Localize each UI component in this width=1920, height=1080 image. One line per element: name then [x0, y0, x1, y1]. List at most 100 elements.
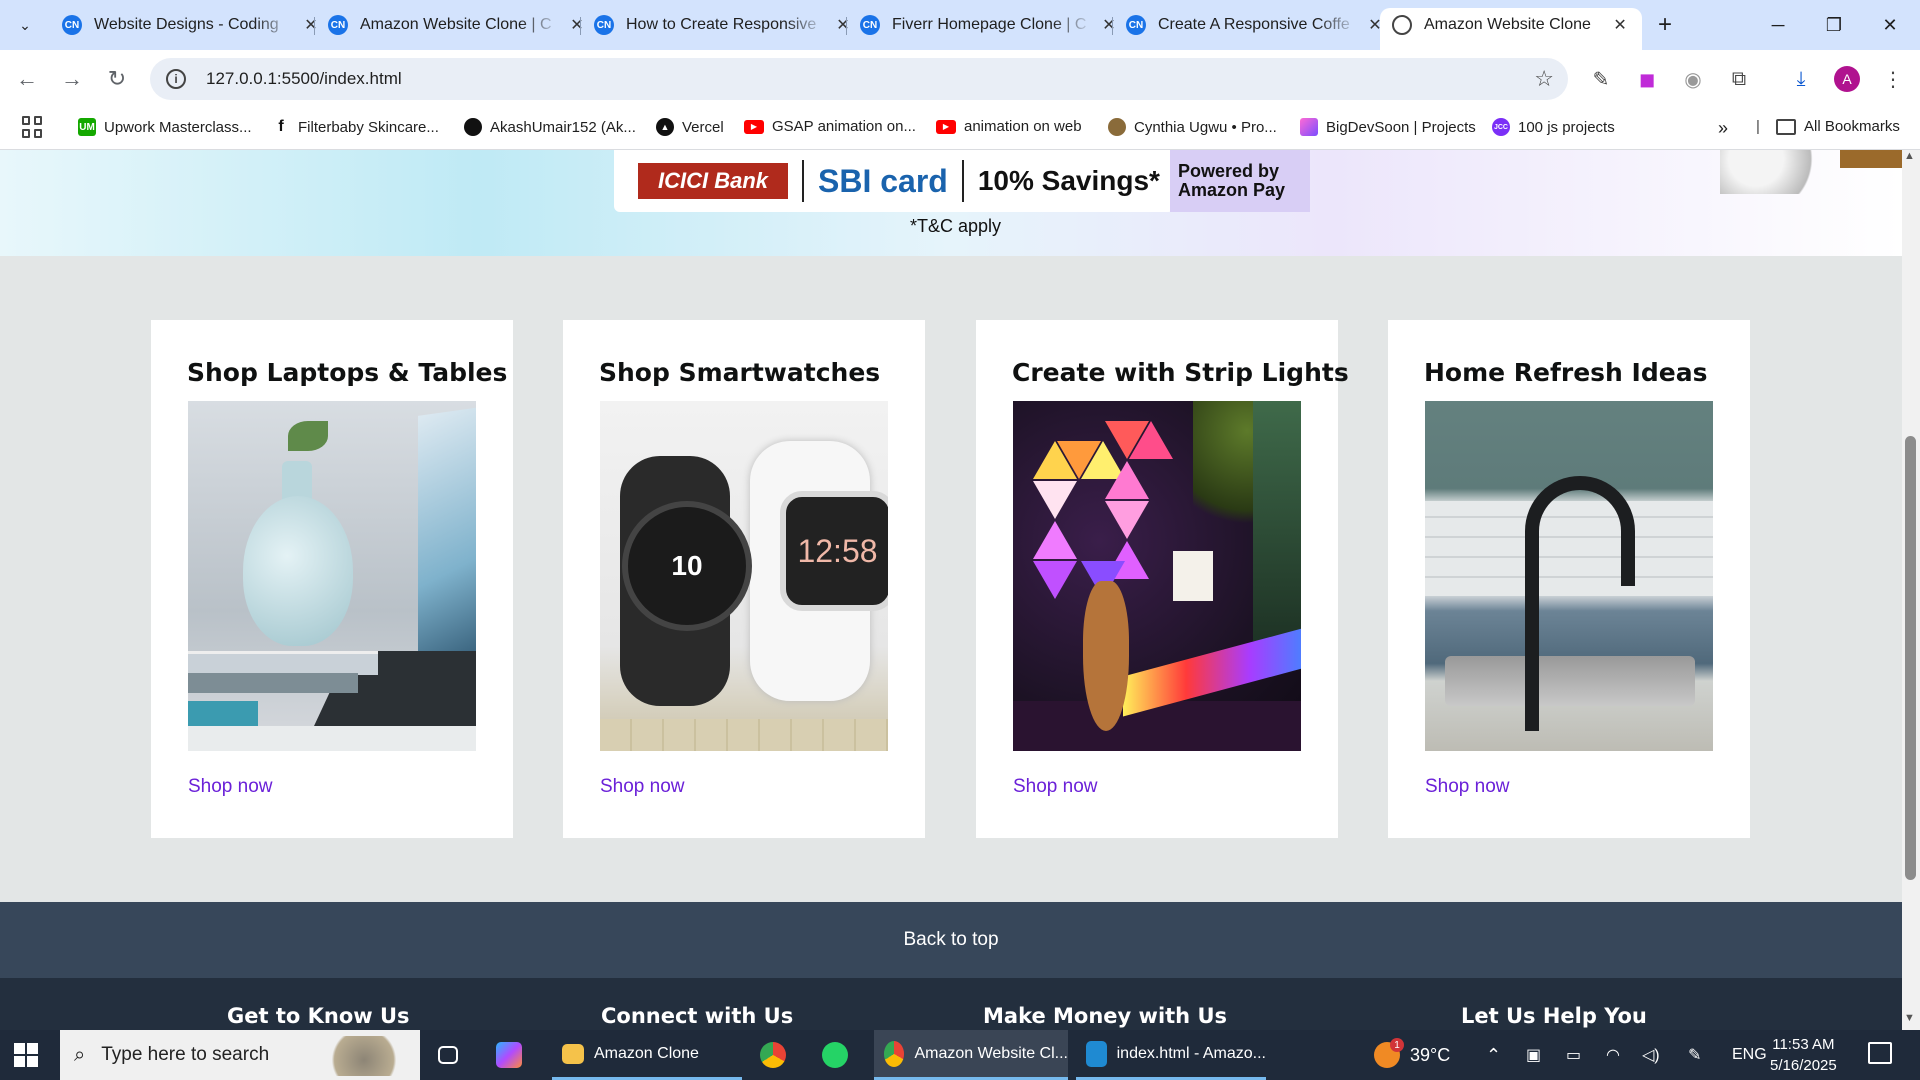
menu-kebab-icon[interactable]: ⋮	[1878, 64, 1908, 94]
windows-taskbar: ⌕ Type here to search Amazon Clone Amazo…	[0, 1030, 1920, 1080]
savings-text: 10% Savings*	[977, 165, 1160, 196]
site-info-icon[interactable]: i	[166, 69, 186, 89]
tab-amazon-clone-tutorial[interactable]: CN Amazon Website Clone | C ✕	[316, 8, 600, 42]
shop-now-link[interactable]: Shop now	[188, 776, 273, 798]
hero-banner[interactable]: ICICI Bank SBI card 10% Savings* Powered…	[0, 150, 1902, 256]
bookmark-gsap[interactable]: ▶ GSAP animation on...	[744, 118, 916, 135]
chrome-icon	[884, 1040, 905, 1067]
notification-center-icon[interactable]	[1868, 1042, 1892, 1064]
whatsapp-icon[interactable]	[822, 1030, 858, 1080]
weather-sun-icon: 1	[1374, 1038, 1404, 1068]
profile-avatar[interactable]: A	[1834, 66, 1860, 92]
back-button[interactable]: ←	[10, 62, 44, 96]
amazon-pay-badge: Powered by Amazon Pay	[1170, 150, 1310, 212]
minimize-button[interactable]: ─	[1750, 0, 1806, 50]
weather-badge: 1	[1390, 1038, 1404, 1052]
scroll-down-arrow-icon[interactable]: ▼	[1904, 1012, 1915, 1024]
sbi-card-logo: SBI card	[818, 162, 948, 199]
chrome-icon[interactable]	[760, 1030, 796, 1080]
powered-by-text: Powered by	[1178, 161, 1280, 182]
close-icon[interactable]: ✕	[1610, 14, 1630, 36]
tray-overflow-icon[interactable]: ⌃	[1486, 1030, 1501, 1080]
tab-separator	[314, 17, 315, 35]
white-watch-face: 12:58	[780, 491, 888, 611]
bookmark-100js[interactable]: JCC 100 js projects	[1492, 118, 1615, 136]
extension-purple-icon[interactable]: ◼	[1632, 64, 1662, 94]
volume-icon[interactable]: ◁)	[1642, 1030, 1660, 1080]
bookmark-animation[interactable]: ▶ animation on web	[936, 118, 1082, 135]
bookmark-star-icon[interactable]: ☆	[1534, 66, 1554, 92]
download-icon[interactable]: ⤓	[1786, 64, 1816, 94]
codinghub-favicon-icon: CN	[62, 15, 82, 35]
extensions-puzzle-icon[interactable]: ⧉	[1724, 64, 1754, 94]
black-watch-face: 10	[622, 501, 752, 631]
strip-lights-image[interactable]	[1013, 401, 1301, 751]
forward-button[interactable]: →	[55, 62, 89, 96]
laptop-image[interactable]	[188, 401, 476, 751]
kitchen-faucet-image[interactable]	[1425, 401, 1713, 751]
reload-button[interactable]: ↻	[100, 62, 134, 96]
tab-label: Amazon Website Clone | C	[360, 16, 552, 33]
bookmark-label: Filterbaby Skincare...	[298, 118, 439, 136]
battery-icon[interactable]: ▭	[1566, 1030, 1581, 1080]
clock-time: 11:53 AM	[1772, 1036, 1835, 1053]
camera-icon[interactable]: ◉	[1678, 64, 1708, 94]
restore-button[interactable]: ❐	[1806, 0, 1862, 50]
taskbar-chrome-window[interactable]: Amazon Website Cl...	[874, 1030, 1068, 1080]
task-view-icon[interactable]	[438, 1030, 468, 1080]
bookmark-label: Upwork Masterclass...	[104, 118, 252, 136]
cynthia-avatar-icon	[1108, 118, 1126, 136]
shop-now-link[interactable]: Shop now	[1425, 776, 1510, 798]
smartwatch-image[interactable]: 10 12:58	[600, 401, 888, 751]
apps-grid-icon[interactable]	[22, 116, 44, 138]
eyedropper-extension-icon[interactable]: ✎	[1586, 64, 1616, 94]
weather-widget[interactable]: 1 39°C	[1374, 1030, 1450, 1080]
github-icon	[464, 118, 482, 136]
bookmarks-overflow-icon[interactable]: »	[1718, 118, 1728, 139]
taskbar-file-explorer[interactable]: Amazon Clone	[552, 1030, 742, 1080]
search-highlight-illustration	[332, 1036, 412, 1076]
scrollbar-thumb[interactable]	[1905, 436, 1916, 880]
scroll-up-arrow-icon[interactable]: ▲	[1904, 150, 1915, 162]
all-bookmarks-button[interactable]: All Bookmarks	[1776, 118, 1900, 135]
language-indicator[interactable]: ENG	[1732, 1030, 1767, 1080]
bookmark-github[interactable]: AkashUmair152 (Ak...	[464, 118, 636, 136]
bookmark-upwork[interactable]: UM Upwork Masterclass...	[78, 118, 252, 136]
tab-search-chevron-icon[interactable]: ⌄	[8, 10, 42, 40]
bookmark-vercel[interactable]: ▲ Vercel	[656, 118, 724, 136]
copilot-icon[interactable]	[496, 1030, 532, 1080]
bookmarks-bar: UM Upwork Masterclass... f Filterbaby Sk…	[0, 108, 1920, 150]
back-to-top-button[interactable]: Back to top	[0, 902, 1902, 978]
tab-responsive[interactable]: CN How to Create Responsive ✕	[582, 8, 866, 42]
meet-now-icon[interactable]: ▣	[1526, 1030, 1541, 1080]
pen-icon[interactable]: ✎	[1688, 1030, 1701, 1080]
taskbar-search[interactable]: ⌕ Type here to search	[60, 1030, 420, 1080]
youtube-icon: ▶	[936, 119, 956, 134]
bookmark-filterbaby[interactable]: f Filterbaby Skincare...	[272, 118, 439, 136]
card-title: Shop Laptops & Tables	[187, 358, 508, 387]
footer: Get to Know Us Connect with Us Make Mone…	[0, 978, 1902, 1030]
weather-temp: 39°C	[1410, 1044, 1451, 1065]
youtube-icon: ▶	[744, 119, 764, 134]
tab-separator	[846, 17, 847, 35]
bookmark-cynthia[interactable]: Cynthia Ugwu • Pro...	[1108, 118, 1277, 136]
tab-amazon-website-clone[interactable]: Amazon Website Clone ✕	[1380, 8, 1642, 50]
wifi-icon[interactable]: ◠	[1606, 1030, 1620, 1080]
rocket-icon	[1300, 118, 1318, 136]
system-clock[interactable]: 11:53 AM 5/16/2025	[1770, 1034, 1837, 1076]
windows-start-icon[interactable]	[14, 1043, 38, 1067]
bookmark-bigdevsoon[interactable]: BigDevSoon | Projects	[1300, 118, 1476, 136]
url-text: 127.0.0.1:5500/index.html	[206, 69, 402, 88]
tab-website-designs[interactable]: CN Website Designs - Coding ✕	[50, 8, 334, 42]
close-window-button[interactable]: ✕	[1862, 0, 1918, 50]
shop-now-link[interactable]: Shop now	[600, 776, 685, 798]
shop-now-link[interactable]: Shop now	[1013, 776, 1098, 798]
tab-fiverr-clone[interactable]: CN Fiverr Homepage Clone | C ✕	[848, 8, 1132, 42]
taskbar-vscode[interactable]: index.html - Amazo...	[1076, 1030, 1266, 1080]
bookmark-label: Vercel	[682, 118, 724, 136]
new-tab-button[interactable]: +	[1650, 10, 1680, 40]
tab-coffee[interactable]: CN Create A Responsive Coffe ✕	[1114, 8, 1398, 42]
card-title: Shop Smartwatches	[599, 358, 881, 387]
tab-separator	[1112, 17, 1113, 35]
address-bar[interactable]: i 127.0.0.1:5500/index.html ☆	[150, 58, 1568, 100]
